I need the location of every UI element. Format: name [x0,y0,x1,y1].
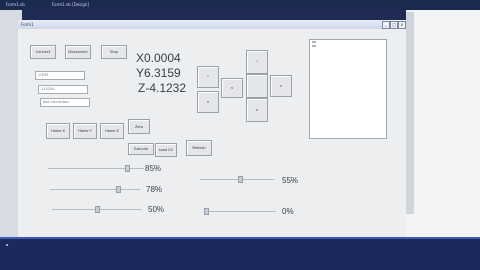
stop-button[interactable]: Stop [101,45,127,59]
taskbar: ▪ [0,237,480,270]
zero-button[interactable]: Zero [128,119,150,134]
x-left-button[interactable]: < [221,78,243,98]
taskbar-highlight [0,237,480,239]
y-coordinate: Y6.3159 [136,66,181,80]
home-x-button[interactable]: Home X [46,123,70,139]
taskbar-item[interactable]: ▪ [6,243,8,247]
refresh-button[interactable]: Refresh [186,140,212,156]
feedrate-slider[interactable] [48,165,144,172]
ide-right-panel [406,10,480,238]
window-title: Form1 [21,22,34,27]
list-item[interactable]: ok [310,44,386,48]
rapid-value: 50% [148,205,165,214]
status-field[interactable]: Not connected [40,98,90,107]
z-down-button[interactable]: v [197,91,219,113]
x-right-button[interactable]: > [270,75,292,97]
feedrate-value: 85% [145,164,162,173]
baud-field[interactable]: 115200 [38,85,88,94]
response-listbox[interactable]: ok ok [309,39,387,139]
rapid-slider[interactable] [52,206,142,213]
jog-center-button[interactable] [246,74,268,98]
laser-slider-thumb[interactable] [237,176,243,183]
jog-step-value: 0% [282,207,294,216]
connect-button[interactable]: Connect [30,45,56,59]
window-titlebar: Form1 _ □ x [18,20,406,29]
vertical-scrollbar[interactable] [406,12,414,214]
tab-form1-code[interactable]: Form1.vb [4,1,27,9]
x-coordinate: X0.0004 [136,51,181,65]
spindle-slider[interactable] [50,186,140,193]
y-up-button[interactable]: ^ [246,50,268,74]
home-z-button[interactable]: Home Z [100,123,124,139]
ide-tab-bar: Form1.vb Form1.vb [Design] [0,0,480,10]
spindle-slider-thumb[interactable] [116,186,122,193]
close-button[interactable]: x [398,21,406,29]
feedrate-slider-thumb[interactable] [125,165,131,172]
spindle-value: 78% [146,185,163,194]
home-y-button[interactable]: Home Y [73,123,97,139]
disconnect-button[interactable]: Disconnect [65,45,91,59]
z-up-button[interactable]: ^ [197,66,219,88]
minimize-button[interactable]: _ [382,21,390,29]
laser-slider[interactable] [200,176,274,183]
y-down-button[interactable]: v [246,98,268,122]
tab-form1-design[interactable]: Form1.vb [Design] [50,1,91,9]
jog-step-slider[interactable] [204,208,276,215]
jog-step-slider-thumb[interactable] [204,208,209,215]
rapid-slider-thumb[interactable] [94,206,100,213]
maximize-button[interactable]: □ [390,21,398,29]
execute-button[interactable]: Execute [128,143,154,155]
port-field[interactable]: COM3 [35,71,85,80]
z-coordinate: Z-4.1232 [138,81,187,95]
load-gcode-button[interactable]: Load GC [155,143,177,157]
laser-value: 55% [282,176,299,185]
